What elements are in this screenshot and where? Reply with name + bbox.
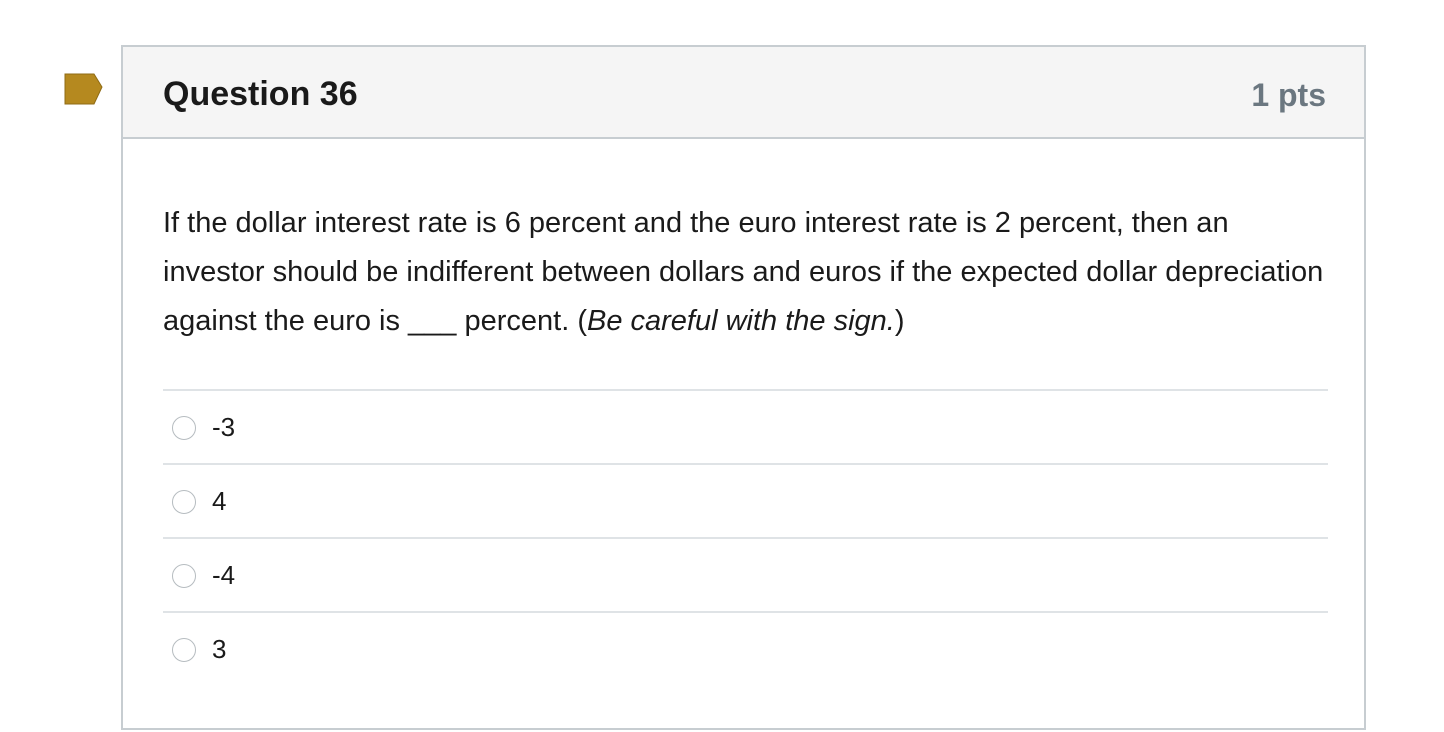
answer-option[interactable]: 3 (163, 611, 1328, 685)
answer-label[interactable]: 3 (212, 633, 226, 665)
question-points: 1 pts (1251, 77, 1326, 113)
answer-list: -3 4 -4 3 (163, 389, 1328, 685)
answer-option[interactable]: -4 (163, 537, 1328, 611)
question-text: If the dollar interest rate is 6 percent… (163, 199, 1328, 346)
answer-label[interactable]: -4 (212, 559, 235, 591)
radio-button[interactable] (172, 490, 196, 514)
answer-option[interactable]: -3 (163, 389, 1328, 463)
question-header: Question 36 1 pts (123, 47, 1364, 139)
answer-option[interactable]: 4 (163, 463, 1328, 537)
question-text-italic: Be careful with the sign. (586, 305, 895, 337)
radio-button[interactable] (172, 638, 196, 662)
answer-label[interactable]: 4 (212, 485, 226, 517)
radio-button[interactable] (172, 564, 196, 588)
question-text-end: ) (894, 305, 905, 337)
flag-question-icon[interactable] (64, 73, 104, 105)
answer-label[interactable]: -3 (212, 411, 235, 443)
radio-button[interactable] (172, 416, 196, 440)
question-card: Question 36 1 pts If the dollar interest… (121, 45, 1366, 730)
question-title: Question 36 (163, 75, 358, 113)
